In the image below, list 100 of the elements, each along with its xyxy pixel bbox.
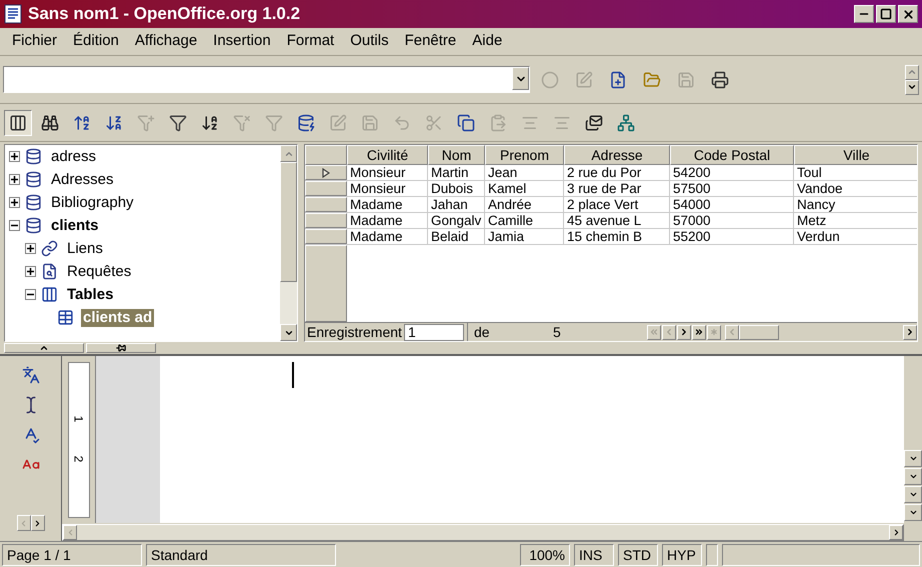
- collapse-panel-button[interactable]: [4, 343, 84, 353]
- record-field[interactable]: 1: [404, 324, 464, 340]
- scroll-button[interactable]: [904, 504, 922, 521]
- menu-item[interactable]: Insertion: [205, 30, 279, 53]
- tree-item[interactable]: adress: [49, 148, 98, 166]
- edit-icon: [575, 70, 593, 88]
- tree-item[interactable]: Tables: [65, 286, 116, 304]
- scroll-button[interactable]: [904, 486, 922, 503]
- vertical-scrollbar[interactable]: [280, 145, 297, 341]
- scroll-left-button[interactable]: [16, 515, 30, 531]
- plus-icon: [26, 267, 35, 276]
- expand-button[interactable]: [25, 266, 36, 277]
- database-icon: [25, 194, 42, 211]
- table-cell: Madame: [347, 197, 428, 212]
- expand-button[interactable]: [25, 243, 36, 254]
- status-field: INS: [574, 544, 614, 566]
- table-cell: Metz: [794, 213, 917, 228]
- tree-item[interactable]: Bibliography: [49, 194, 136, 212]
- menu-item[interactable]: Fichier: [4, 30, 66, 53]
- close-icon: [902, 8, 914, 20]
- query-icon: [41, 263, 58, 280]
- close-button[interactable]: [898, 5, 918, 23]
- maximize-button[interactable]: [876, 5, 896, 23]
- table-cell: Kamel: [485, 181, 564, 196]
- expand-button[interactable]: [9, 174, 20, 185]
- scroll-button[interactable]: [904, 450, 922, 467]
- column-header[interactable]: Code Postal: [670, 145, 794, 165]
- column-header[interactable]: Nom: [428, 145, 485, 165]
- scroll-left-button[interactable]: [63, 524, 77, 540]
- menu-item[interactable]: Outils: [342, 30, 397, 53]
- tree-item[interactable]: clients: [49, 216, 101, 234]
- row-header[interactable]: [305, 165, 347, 180]
- link-icon: [41, 240, 58, 257]
- funnel-icon: [265, 114, 283, 132]
- chevron-down-icon: [907, 82, 917, 92]
- tables-icon: [41, 286, 58, 303]
- column-header[interactable]: Adresse: [564, 145, 670, 165]
- table-cell: Martin: [428, 165, 485, 180]
- scroll-button[interactable]: [904, 468, 922, 485]
- edit-icon: [329, 114, 347, 132]
- menu-item[interactable]: Format: [278, 30, 342, 53]
- maximize-icon: [880, 8, 892, 20]
- next-record-button[interactable]: [676, 324, 691, 340]
- plus-icon: [10, 198, 19, 207]
- collapse-button[interactable]: [25, 289, 36, 300]
- ruler-label: 1: [72, 416, 84, 422]
- menu-item[interactable]: Affichage: [126, 30, 206, 53]
- status-field: HYP: [662, 544, 702, 566]
- menu-item[interactable]: Fenêtre: [396, 30, 464, 53]
- collapse-button[interactable]: [9, 220, 20, 231]
- panel-button[interactable]: [4, 110, 32, 136]
- asterisk-icon: [708, 327, 719, 337]
- new-record-button[interactable]: [706, 324, 721, 340]
- column-header[interactable]: Prenom: [485, 145, 564, 165]
- expand-button[interactable]: [9, 151, 20, 162]
- tree-item[interactable]: Liens: [65, 240, 105, 258]
- scroll-up-button[interactable]: [280, 145, 297, 162]
- mail-icon: [585, 114, 603, 132]
- text-direction-icon[interactable]: [22, 366, 40, 384]
- horizontal-scrollbar[interactable]: [62, 524, 904, 540]
- chevron-up-icon: [39, 343, 49, 353]
- plus-icon: [10, 175, 19, 184]
- menu-item[interactable]: Aide: [464, 30, 510, 53]
- previous-record-button[interactable]: [662, 324, 676, 340]
- scroll-right-button[interactable]: [30, 515, 44, 531]
- table-cell: Verdun: [794, 229, 917, 244]
- url-field[interactable]: [3, 66, 530, 93]
- scroll-right-button[interactable]: [903, 324, 917, 340]
- column-header[interactable]: Civilité: [347, 145, 428, 165]
- last-record-button[interactable]: [692, 324, 706, 340]
- scroll-left-button[interactable]: [724, 324, 739, 340]
- status-field: Standard: [146, 544, 336, 566]
- scroll-up-button[interactable]: [905, 64, 919, 80]
- last-icon: [694, 327, 704, 337]
- table-cell: Belaid: [428, 229, 485, 244]
- scroll-thumb[interactable]: [280, 162, 297, 282]
- column-header[interactable]: Ville: [794, 145, 917, 165]
- scroll-down-button[interactable]: [280, 324, 297, 341]
- table-cell: Jean: [485, 165, 564, 180]
- binoculars-icon: [41, 114, 59, 132]
- table-cell: Nancy: [794, 197, 917, 212]
- expand-button[interactable]: [9, 197, 20, 208]
- sort-ascending-icon: [73, 114, 91, 132]
- tree-item[interactable]: Adresses: [49, 170, 116, 188]
- menu-item[interactable]: Édition: [65, 30, 127, 53]
- data-source-icon: [617, 114, 635, 132]
- text-cursor: [292, 362, 294, 388]
- pin-button[interactable]: [86, 343, 156, 353]
- document-icon: [4, 4, 22, 24]
- plus-icon: [26, 244, 35, 253]
- tree-item[interactable]: Requêtes: [65, 262, 134, 280]
- database-icon: [25, 171, 42, 188]
- scroll-thumb[interactable]: [738, 324, 779, 340]
- first-record-button[interactable]: [646, 324, 661, 340]
- scroll-right-button[interactable]: [889, 524, 903, 540]
- minimize-button[interactable]: [854, 5, 874, 23]
- scroll-down-button[interactable]: [905, 80, 919, 94]
- tree-item[interactable]: clients ad: [81, 308, 154, 326]
- dropdown-button[interactable]: [512, 67, 529, 90]
- paste-icon: [489, 114, 507, 132]
